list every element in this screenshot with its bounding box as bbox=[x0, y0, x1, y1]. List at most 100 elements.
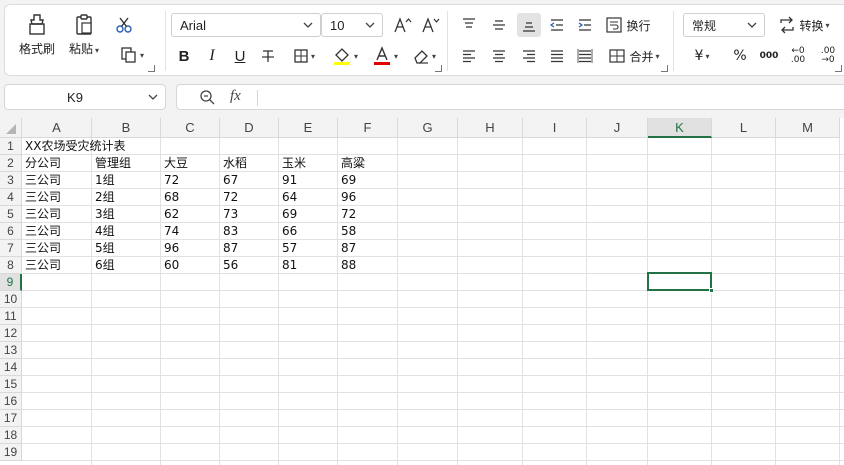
data-cell[interactable]: 64 bbox=[279, 189, 297, 206]
cell-title[interactable]: XX农场受灾统计表 bbox=[22, 138, 125, 155]
distributed-align-button[interactable] bbox=[573, 44, 597, 68]
data-cell[interactable]: 58 bbox=[338, 223, 356, 240]
percent-button[interactable]: % bbox=[729, 44, 751, 68]
format-painter-button[interactable]: 格式刷 bbox=[19, 13, 55, 57]
function-icon[interactable]: fx bbox=[230, 88, 241, 105]
number-format-select[interactable]: 常规 bbox=[683, 13, 765, 37]
data-cell[interactable]: 60 bbox=[161, 257, 179, 274]
row-header[interactable]: 7 bbox=[0, 240, 22, 257]
row-header[interactable]: 15 bbox=[0, 376, 22, 393]
row-header[interactable]: 1 bbox=[0, 138, 22, 155]
data-cell[interactable]: 81 bbox=[279, 257, 297, 274]
row-header[interactable]: 5 bbox=[0, 206, 22, 223]
dialog-launcher-icon[interactable] bbox=[148, 65, 155, 72]
row-header[interactable]: 19 bbox=[0, 444, 22, 461]
data-cell[interactable]: 87 bbox=[220, 240, 238, 257]
column-header[interactable]: I bbox=[523, 118, 587, 138]
column-header[interactable]: K bbox=[648, 118, 712, 138]
row-header[interactable]: 11 bbox=[0, 308, 22, 325]
row-header[interactable]: 12 bbox=[0, 325, 22, 342]
select-all-corner[interactable] bbox=[0, 118, 22, 138]
data-cell[interactable]: 三公司 bbox=[22, 206, 61, 223]
data-cell[interactable]: 57 bbox=[279, 240, 297, 257]
data-cell[interactable]: 96 bbox=[161, 240, 179, 257]
header-cell[interactable]: 大豆 bbox=[161, 155, 188, 172]
data-cell[interactable]: 三公司 bbox=[22, 257, 61, 274]
data-cell[interactable]: 三公司 bbox=[22, 172, 61, 189]
font-size-select[interactable]: 10 bbox=[321, 13, 383, 37]
data-cell[interactable]: 3组 bbox=[92, 206, 115, 223]
data-cell[interactable]: 91 bbox=[279, 172, 297, 189]
data-cell[interactable]: 68 bbox=[161, 189, 179, 206]
data-cell[interactable]: 87 bbox=[338, 240, 356, 257]
data-cell[interactable]: 三公司 bbox=[22, 189, 61, 206]
spreadsheet-grid[interactable]: A B C D E F G H I J K L M 1 2 3 4 5 6 7 8 9 10 11 12 13 14 15 16 17 18… bbox=[0, 118, 844, 465]
data-cell[interactable]: 73 bbox=[220, 206, 238, 223]
header-cell[interactable]: 水稻 bbox=[220, 155, 247, 172]
fill-handle[interactable] bbox=[709, 288, 714, 293]
row-header[interactable]: 9 bbox=[0, 274, 22, 291]
data-cell[interactable]: 69 bbox=[279, 206, 297, 223]
chevron-down-icon[interactable] bbox=[147, 91, 159, 106]
zoom-formula-icon[interactable] bbox=[199, 89, 215, 108]
row-header[interactable]: 13 bbox=[0, 342, 22, 359]
row-header[interactable]: 3 bbox=[0, 172, 22, 189]
column-header[interactable]: J bbox=[587, 118, 648, 138]
data-cell[interactable]: 83 bbox=[220, 223, 238, 240]
data-cell[interactable]: 74 bbox=[161, 223, 179, 240]
decrease-font-button[interactable] bbox=[419, 13, 443, 37]
italic-button[interactable]: I bbox=[201, 44, 223, 68]
row-header[interactable]: 8 bbox=[0, 257, 22, 274]
row-header[interactable]: 14 bbox=[0, 359, 22, 376]
increase-indent-button[interactable] bbox=[573, 13, 597, 37]
decrease-indent-button[interactable] bbox=[545, 13, 569, 37]
data-cell[interactable]: 6组 bbox=[92, 257, 115, 274]
strikethrough-button[interactable] bbox=[257, 44, 279, 68]
wrap-text-button[interactable]: 换行 bbox=[603, 13, 653, 37]
cut-button[interactable] bbox=[111, 13, 137, 37]
row-header[interactable]: 4 bbox=[0, 189, 22, 206]
data-cell[interactable]: 56 bbox=[220, 257, 238, 274]
formula-input[interactable] bbox=[265, 90, 825, 106]
dialog-launcher-icon[interactable] bbox=[661, 65, 668, 72]
thousands-separator-button[interactable]: 000 bbox=[757, 44, 781, 68]
copy-button[interactable]: ▾ bbox=[115, 43, 149, 67]
data-cell[interactable]: 67 bbox=[220, 172, 238, 189]
align-top-button[interactable] bbox=[457, 13, 481, 37]
column-header[interactable]: D bbox=[220, 118, 279, 138]
column-header[interactable]: A bbox=[22, 118, 92, 138]
data-cell[interactable]: 三公司 bbox=[22, 223, 61, 240]
data-cell[interactable]: 69 bbox=[338, 172, 356, 189]
bold-button[interactable]: B bbox=[173, 44, 195, 68]
row-header[interactable]: 16 bbox=[0, 393, 22, 410]
merge-button[interactable]: 合并 ▾ bbox=[603, 44, 665, 68]
dialog-launcher-icon[interactable] bbox=[435, 65, 442, 72]
column-header[interactable]: B bbox=[92, 118, 161, 138]
data-cell[interactable]: 4组 bbox=[92, 223, 115, 240]
align-center-button[interactable] bbox=[487, 44, 511, 68]
underline-button[interactable]: U bbox=[229, 44, 251, 68]
name-box[interactable]: K9 bbox=[4, 84, 166, 110]
active-cell-selection[interactable] bbox=[647, 272, 714, 293]
row-header[interactable]: 2 bbox=[0, 155, 22, 172]
data-cell[interactable]: 三公司 bbox=[22, 240, 61, 257]
column-header[interactable]: H bbox=[458, 118, 523, 138]
fill-color-button[interactable]: ▾ bbox=[327, 44, 363, 68]
header-cell[interactable]: 分公司 bbox=[22, 155, 61, 172]
data-cell[interactable]: 62 bbox=[161, 206, 179, 223]
data-cell[interactable]: 5组 bbox=[92, 240, 115, 257]
data-cell[interactable]: 72 bbox=[161, 172, 179, 189]
data-cell[interactable]: 1组 bbox=[92, 172, 115, 189]
row-header[interactable]: 10 bbox=[0, 291, 22, 308]
header-cell[interactable]: 高粱 bbox=[338, 155, 365, 172]
data-cell[interactable]: 96 bbox=[338, 189, 356, 206]
data-cell[interactable]: 2组 bbox=[92, 189, 115, 206]
increase-decimal-button[interactable]: ←0.00 bbox=[785, 44, 811, 68]
align-bottom-button[interactable] bbox=[517, 13, 541, 37]
align-middle-button[interactable] bbox=[487, 13, 511, 37]
paste-button[interactable]: 粘贴 ▾ bbox=[69, 13, 99, 57]
column-header[interactable]: F bbox=[338, 118, 398, 138]
row-header[interactable]: 18 bbox=[0, 427, 22, 444]
header-cell[interactable]: 玉米 bbox=[279, 155, 306, 172]
column-header[interactable]: M bbox=[776, 118, 840, 138]
